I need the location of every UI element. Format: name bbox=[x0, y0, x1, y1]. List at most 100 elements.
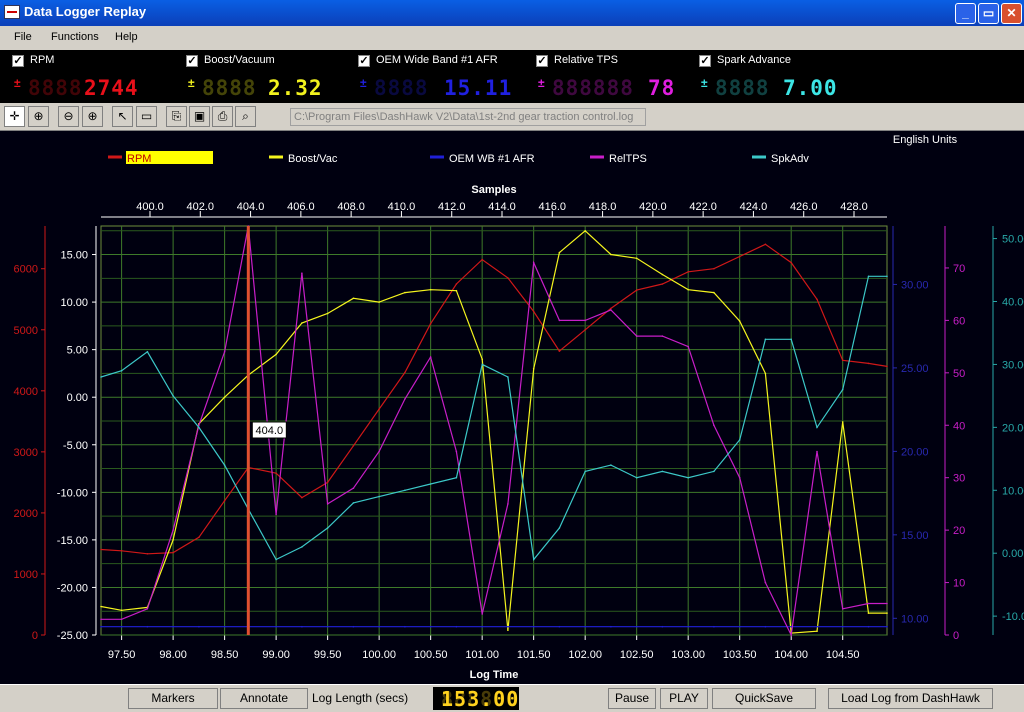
sample-tick-label: 428.0 bbox=[840, 201, 868, 213]
data-point bbox=[120, 625, 123, 628]
quicksave-button[interactable]: QuickSave bbox=[712, 688, 816, 709]
maximize-button[interactable]: ▭ bbox=[978, 3, 999, 24]
data-point bbox=[738, 625, 741, 628]
data-point bbox=[558, 527, 561, 529]
afr-tick-label: 25.00 bbox=[901, 363, 929, 375]
checkbox-tps[interactable]: ✓ bbox=[536, 55, 548, 67]
sample-tick-label: 400.0 bbox=[136, 201, 164, 213]
data-point bbox=[326, 503, 329, 505]
load-log-button[interactable]: Load Log from DashHawk bbox=[828, 688, 993, 709]
select-box-icon[interactable]: ▭ bbox=[136, 106, 157, 127]
data-point bbox=[635, 335, 638, 337]
data-point bbox=[404, 398, 406, 400]
afr-tick-label: 30.00 bbox=[901, 279, 929, 291]
data-point bbox=[841, 421, 844, 423]
data-point bbox=[120, 369, 123, 372]
sample-tick-label: 426.0 bbox=[790, 201, 818, 213]
data-point bbox=[301, 496, 303, 499]
menu-file[interactable]: File bbox=[14, 31, 32, 43]
save-icon[interactable]: ▣ bbox=[189, 106, 210, 127]
data-point bbox=[404, 625, 406, 628]
data-point bbox=[172, 551, 174, 554]
cursor-label: 404.0 bbox=[256, 425, 284, 437]
data-point bbox=[326, 625, 329, 628]
plot-frame bbox=[100, 225, 888, 636]
checkbox-spark[interactable]: ✓ bbox=[699, 55, 711, 67]
data-point bbox=[301, 272, 303, 274]
zoom-out-icon[interactable]: ⊖ bbox=[58, 106, 79, 127]
data-point bbox=[738, 320, 741, 322]
data-point bbox=[886, 612, 888, 614]
data-point bbox=[275, 625, 277, 628]
boost-tick-label: -10.00 bbox=[57, 487, 88, 499]
chart-svg[interactable]: English Units Samples Log Time 97.50 98.0… bbox=[0, 131, 1024, 684]
legend-label: SpkAdv bbox=[771, 153, 809, 165]
time-axis-title: Log Time bbox=[470, 669, 519, 681]
data-point bbox=[481, 625, 484, 628]
close-button[interactable]: ✕ bbox=[1001, 3, 1022, 24]
data-point bbox=[429, 322, 432, 325]
data-point bbox=[841, 625, 844, 628]
afr-tick-label: 20.00 bbox=[901, 446, 929, 458]
spark-tick-label: 40.00 bbox=[1002, 297, 1024, 309]
sample-tick-label: 410.0 bbox=[388, 201, 416, 213]
data-point bbox=[429, 288, 432, 291]
zoom-region-icon[interactable]: ⊕ bbox=[28, 106, 49, 127]
pointer-icon[interactable]: ↖ bbox=[112, 106, 133, 127]
zoom-in-icon[interactable]: ⊕ bbox=[82, 106, 103, 127]
data-point bbox=[352, 487, 355, 490]
boost-tick-label: -20.00 bbox=[57, 582, 88, 594]
sample-tick-label: 418.0 bbox=[589, 201, 617, 213]
annotate-button[interactable]: Annotate bbox=[220, 688, 308, 709]
data-point bbox=[816, 450, 818, 453]
copy-icon[interactable]: ⎘ bbox=[166, 106, 187, 127]
toolbar: ✛ ⊕ ⊖ ⊕ ↖ ▭ ⎘ ▣ ⎙ ⌕ C:\Program Files\Das… bbox=[0, 103, 1024, 131]
data-point bbox=[378, 450, 380, 453]
menu-help[interactable]: Help bbox=[115, 31, 138, 43]
data-point bbox=[455, 283, 458, 285]
pan-icon[interactable]: ✛ bbox=[4, 106, 25, 127]
time-tick-label: 97.50 bbox=[108, 649, 136, 661]
data-point bbox=[455, 476, 458, 479]
data-point bbox=[610, 253, 612, 256]
time-tick-label: 98.00 bbox=[159, 649, 187, 661]
log-length-display: 888888 153.00 bbox=[433, 687, 519, 711]
data-point bbox=[532, 558, 535, 561]
spark-tick-label: 10.00 bbox=[1002, 485, 1024, 497]
markers-button[interactable]: Markers bbox=[128, 688, 218, 709]
rpm-tick-label: 2000 bbox=[14, 508, 38, 520]
data-point bbox=[635, 476, 638, 479]
data-point bbox=[146, 553, 149, 555]
chart-area[interactable]: English Units Samples Log Time 97.50 98.0… bbox=[0, 131, 1024, 684]
data-point bbox=[275, 558, 277, 561]
minimize-button[interactable]: _ bbox=[955, 3, 976, 24]
data-point bbox=[635, 625, 638, 628]
data-point bbox=[687, 271, 689, 273]
data-point bbox=[172, 539, 174, 541]
data-point bbox=[198, 426, 200, 429]
data-point bbox=[886, 602, 888, 605]
checkbox-rpm[interactable]: ✓ bbox=[12, 55, 24, 67]
data-point bbox=[172, 529, 174, 531]
data-point bbox=[764, 338, 767, 341]
print-icon[interactable]: ⎙ bbox=[212, 106, 233, 127]
checkbox-afr[interactable]: ✓ bbox=[358, 55, 370, 67]
pause-button[interactable]: Pause bbox=[608, 688, 656, 709]
checkbox-boost[interactable]: ✓ bbox=[186, 55, 198, 67]
print-preview-icon[interactable]: ⌕ bbox=[235, 106, 256, 127]
data-point bbox=[584, 329, 586, 331]
sample-tick-label: 420.0 bbox=[639, 201, 667, 213]
boost-tick-label: 0.00 bbox=[67, 392, 88, 404]
time-tick-label: 100.50 bbox=[414, 649, 448, 661]
app-icon bbox=[4, 5, 20, 19]
gauge-value-rpm: 2744 bbox=[84, 76, 139, 100]
menu-functions[interactable]: Functions bbox=[51, 31, 99, 43]
time-tick-label: 103.50 bbox=[723, 649, 757, 661]
data-point bbox=[120, 550, 123, 552]
data-point bbox=[584, 625, 586, 628]
data-point bbox=[713, 291, 715, 294]
tps-tick-label: 10 bbox=[953, 578, 965, 590]
data-point bbox=[352, 297, 355, 300]
series-line-rpm bbox=[100, 243, 888, 555]
play-button[interactable]: PLAY bbox=[660, 688, 708, 709]
